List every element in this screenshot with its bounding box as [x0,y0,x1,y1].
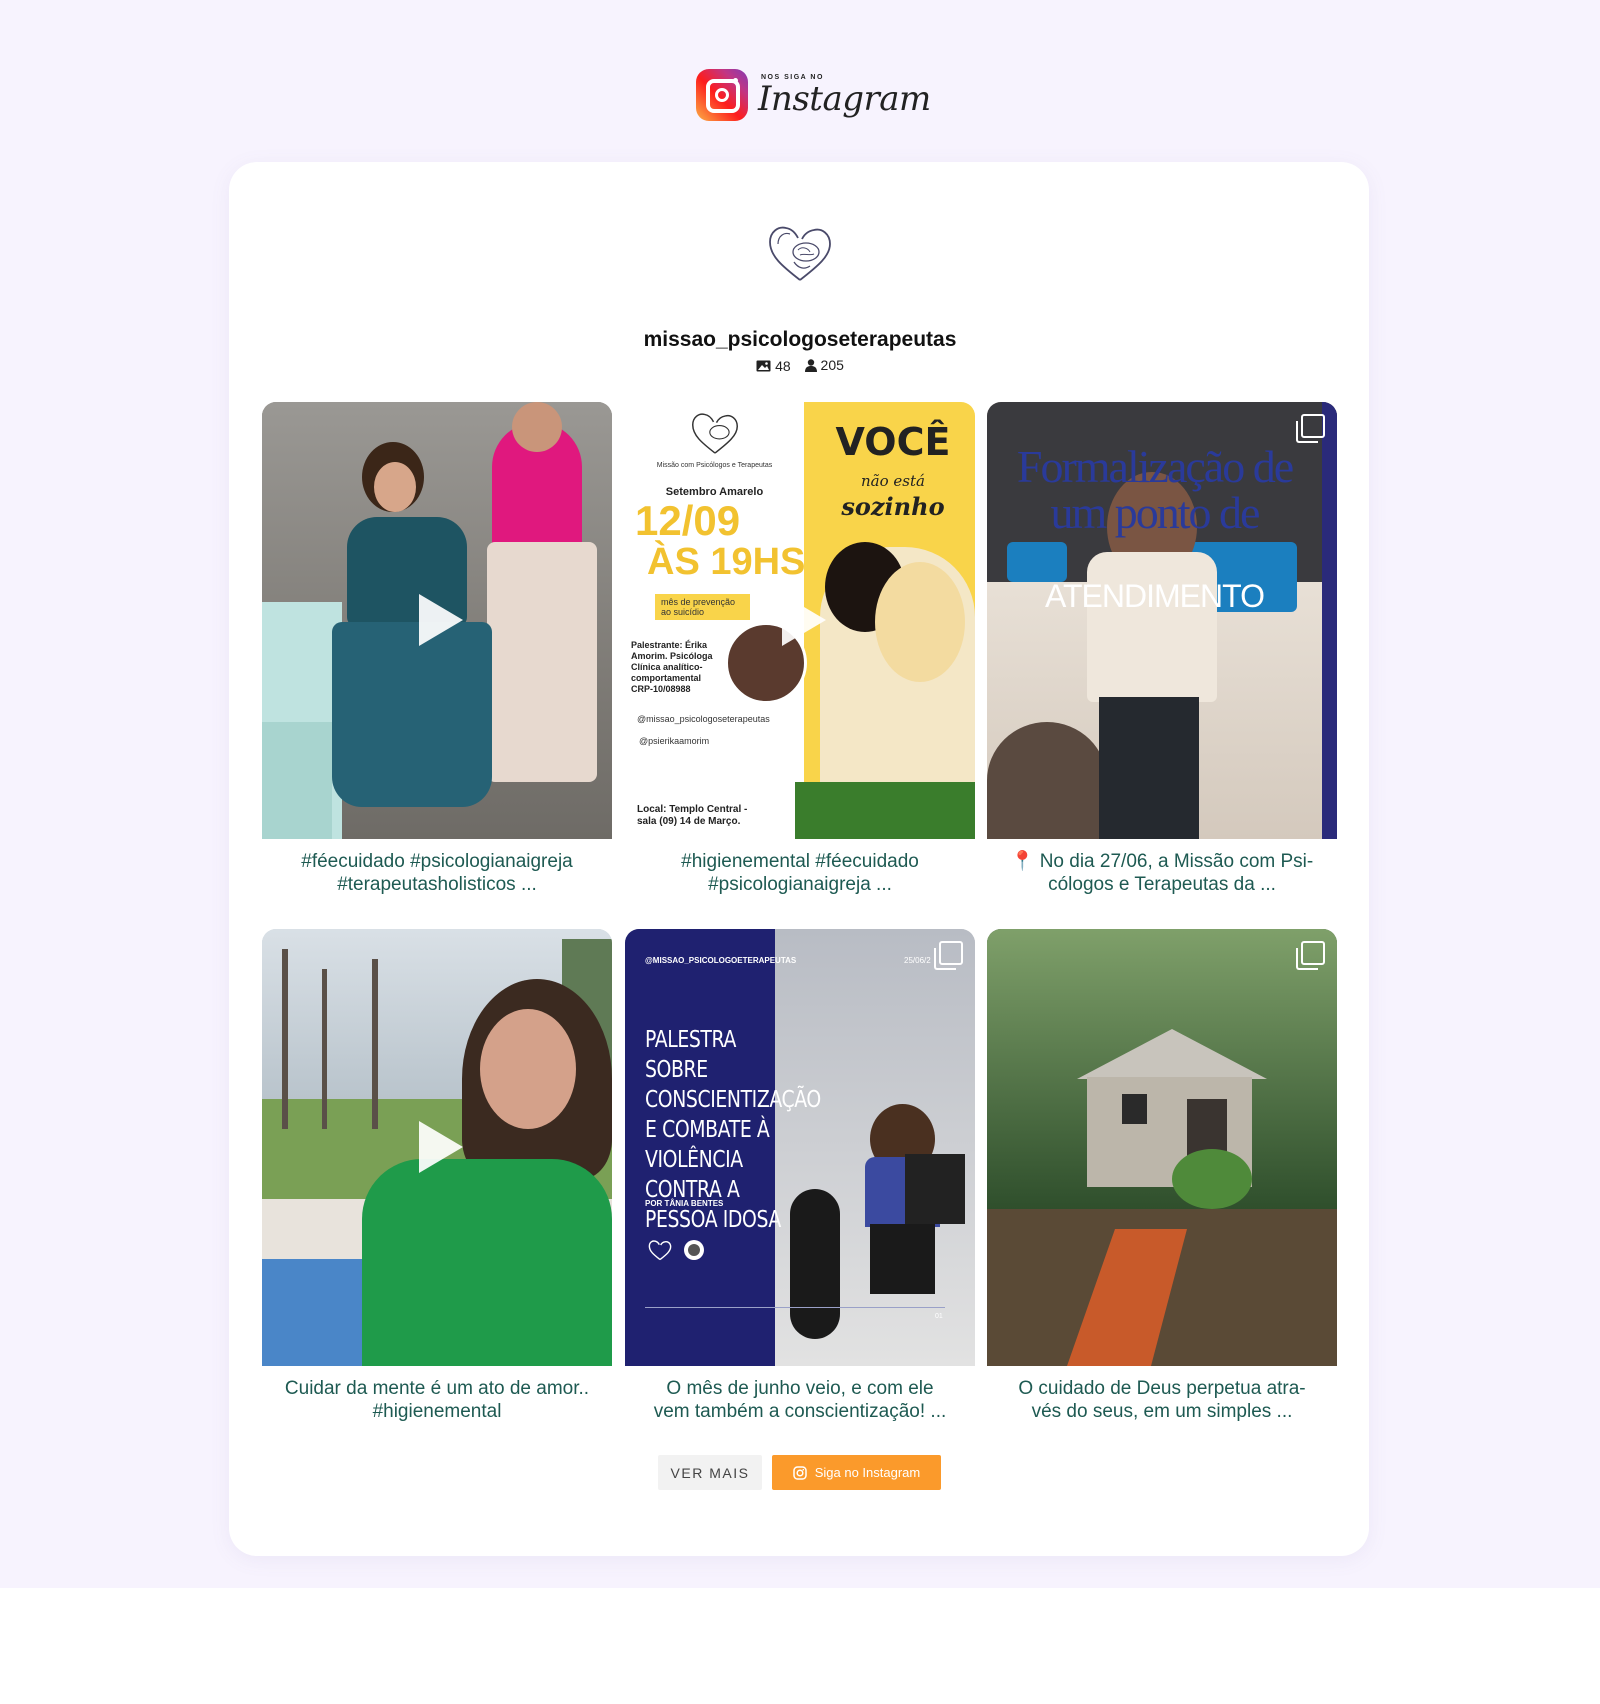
event-time: ÀS 19HS [647,541,806,583]
org-logo [625,410,804,461]
post-caption-line: Cuidar da mente é um ato de amor.. [284,1378,590,1399]
play-icon [782,594,826,646]
load-more-button[interactable]: VER MAIS [658,1455,762,1490]
post-thumbnail[interactable] [987,929,1337,1366]
post-thumbnail[interactable]: VOCÊ não está sozinho Missão com Psicólo… [625,402,975,839]
nao-esta-text: não está [861,472,925,490]
post-caption[interactable]: 📍 No dia 27/06, a Missão com Psi-cólogos… [987,850,1337,896]
overlay-handle: @MISSAO_PSICOLOGOETERAPEUTAS [645,956,797,965]
instagram-icon [696,69,748,121]
logo-wordmark: Instagram [758,78,931,119]
post-caption-line: vem também a conscientização! ... [653,1401,947,1422]
play-icon [419,1121,463,1173]
overlay-page: 01 [935,1313,943,1320]
posts-count: 48 [775,357,791,374]
event-date: 12/09 [635,497,741,544]
post-thumbnail[interactable] [262,402,612,839]
instagram-icon [792,1465,807,1480]
org-name: Missão com Psicólogos e Terapeutas [656,462,773,469]
post-caption-line: #terapeutasholisticos ... [337,874,537,895]
play-icon [419,594,463,646]
post-caption-line: O mês de junho veio, e com ele [666,1378,934,1399]
post-caption[interactable]: O mês de junho veio, e com ele vem também… [625,1377,975,1423]
heart-brain-logo-icon [691,413,738,454]
overlay-title-2: um ponto de [1050,487,1261,538]
post-caption-line: O cuidado de Deus perpetua atra- [1018,1378,1306,1399]
voce-text: VOCÊ [835,420,951,464]
posts-stat: 48 [756,358,791,374]
post-caption[interactable]: Cuidar da mente é um ato de amor.. #higie… [262,1377,612,1423]
sozinho-text: sozinho [841,492,945,521]
follow-instagram-button[interactable]: Siga no Instagram [772,1455,941,1490]
carousel-icon [934,941,963,970]
post-caption-line: 📍 No dia 27/06, a Missão com Psi- [1010,851,1314,872]
post-caption-line: #higienemental #féecuidado [681,851,919,872]
post-caption-line: #higienemental [372,1401,502,1422]
carousel-icon [1296,941,1325,970]
event-tag: mês de prevenção ao suicídio [655,594,750,620]
post-caption[interactable]: #higienemental #féecuidado #psicologianai… [625,850,975,896]
post-thumbnail[interactable]: @MISSAO_PSICOLOGOETERAPEUTAS 25/06/2 PAL… [625,929,975,1366]
post-thumbnail[interactable]: Formalização de um ponto de ATENDIMENTO [987,402,1337,839]
feed-actions: VER MAIS Siga no Instagram [658,1455,941,1490]
post-caption-line: #féecuidado #psicologianaigreja [301,851,573,872]
profile-stats: 48 205 [0,357,1600,375]
follow-button-label: Siga no Instagram [814,1465,921,1480]
event-location: Local: Templo Central - sala (09) 14 de … [637,804,748,827]
post-caption-line: cólogos e Terapeutas da ... [1048,874,1276,895]
heart-brain-logo-icon [769,226,831,281]
globe-icon [684,1240,705,1260]
user-icon [804,358,817,372]
carousel-icon [1296,414,1325,443]
handle-1: @missao_psicologoseterapeutas [637,714,770,724]
post-caption-line: vés do seus, em um simples ... [1031,1401,1293,1422]
instagram-header-logo[interactable]: NOS SIGA NO Instagram [696,67,931,123]
followers-count: 205 [820,357,844,373]
overlay-title-1: Formalização de [1016,441,1294,492]
overlay-author: POR TÂNIA BENTES [645,1199,724,1208]
overlay-logos [647,1239,717,1263]
post-thumbnail[interactable] [262,929,612,1366]
post-caption-line: #psicologianaigreja ... [708,874,892,895]
post-caption[interactable]: #féecuidado #psicologianaigreja #terapeut… [262,850,612,896]
heart-brain-logo-icon [648,1240,672,1261]
followers-stat: 205 [804,357,844,373]
handle-2: @psierikaamorim [639,736,710,746]
profile-username[interactable]: missao_psicologoseterapeutas [0,328,1600,352]
image-icon [756,360,771,371]
speaker-info: Palestrante: Érika Amorim. Psicóloga Clí… [631,640,713,694]
overlay-title-3: ATENDIMENTO [1045,578,1265,614]
post-caption[interactable]: O cuidado de Deus perpetua atra-vés do s… [987,1377,1337,1423]
